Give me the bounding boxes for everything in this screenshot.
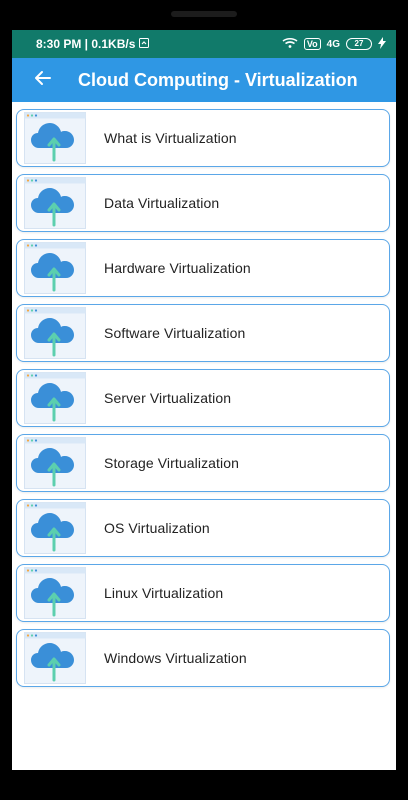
signal-4g-label: 4G (326, 38, 340, 50)
list-item-label: Data Virtualization (104, 195, 220, 211)
cloud-upload-icon (24, 567, 86, 619)
battery-icon: 27 (346, 38, 372, 50)
cloud-upload-icon (24, 177, 86, 229)
list-item[interactable]: Storage Virtualization (16, 434, 390, 492)
page-title: Cloud Computing - Virtualization (78, 69, 358, 90)
list-item[interactable]: Hardware Virtualization (16, 239, 390, 297)
list-item-label: Software Virtualization (104, 325, 246, 341)
list-item[interactable]: Server Virtualization (16, 369, 390, 427)
signal-4g: 4G (327, 39, 340, 50)
list-item-label: Storage Virtualization (104, 455, 240, 471)
app-bar: Cloud Computing - Virtualization (12, 58, 396, 102)
list-item-label: Windows Virtualization (104, 650, 247, 666)
list-item-label: Linux Virtualization (104, 585, 224, 601)
list-item[interactable]: Windows Virtualization (16, 629, 390, 687)
list-item-label: Server Virtualization (104, 390, 232, 406)
list-item[interactable]: What is Virtualization (16, 109, 390, 167)
cloud-upload-icon (24, 112, 86, 164)
list-item[interactable]: OS Virtualization (16, 499, 390, 557)
topic-list: What is Virtualization Data Virtualizati… (12, 109, 396, 687)
bottom-empty-area (12, 742, 396, 770)
cloud-upload-icon (24, 437, 86, 489)
cloud-upload-icon (24, 242, 86, 294)
volte-badge: Vo (303, 38, 321, 50)
app-screen: 8:30 PM | 0.1KB/s Vo 4G 27 Cloud Computi… (12, 30, 396, 770)
phone-speaker-slot (171, 11, 237, 17)
charging-icon (378, 36, 386, 52)
cloud-upload-icon (24, 307, 86, 359)
status-time-network: 8:30 PM | 0.1KB/s (36, 37, 136, 51)
cloud-upload-icon (24, 372, 86, 424)
cloud-upload-icon (24, 632, 86, 684)
list-item[interactable]: Software Virtualization (16, 304, 390, 362)
status-left: 8:30 PM | 0.1KB/s (36, 37, 150, 51)
list-item-label: OS Virtualization (104, 520, 210, 536)
list-item-label: What is Virtualization (104, 130, 237, 146)
wifi-icon (282, 37, 298, 52)
arrow-back-icon (34, 69, 52, 92)
list-item[interactable]: Linux Virtualization (16, 564, 390, 622)
back-button[interactable] (28, 65, 58, 95)
notification-icon (139, 37, 150, 51)
status-right: Vo 4G 27 (282, 36, 386, 52)
list-item[interactable]: Data Virtualization (16, 174, 390, 232)
status-bar: 8:30 PM | 0.1KB/s Vo 4G 27 (12, 30, 396, 58)
list-item-label: Hardware Virtualization (104, 260, 251, 276)
cloud-upload-icon (24, 502, 86, 554)
